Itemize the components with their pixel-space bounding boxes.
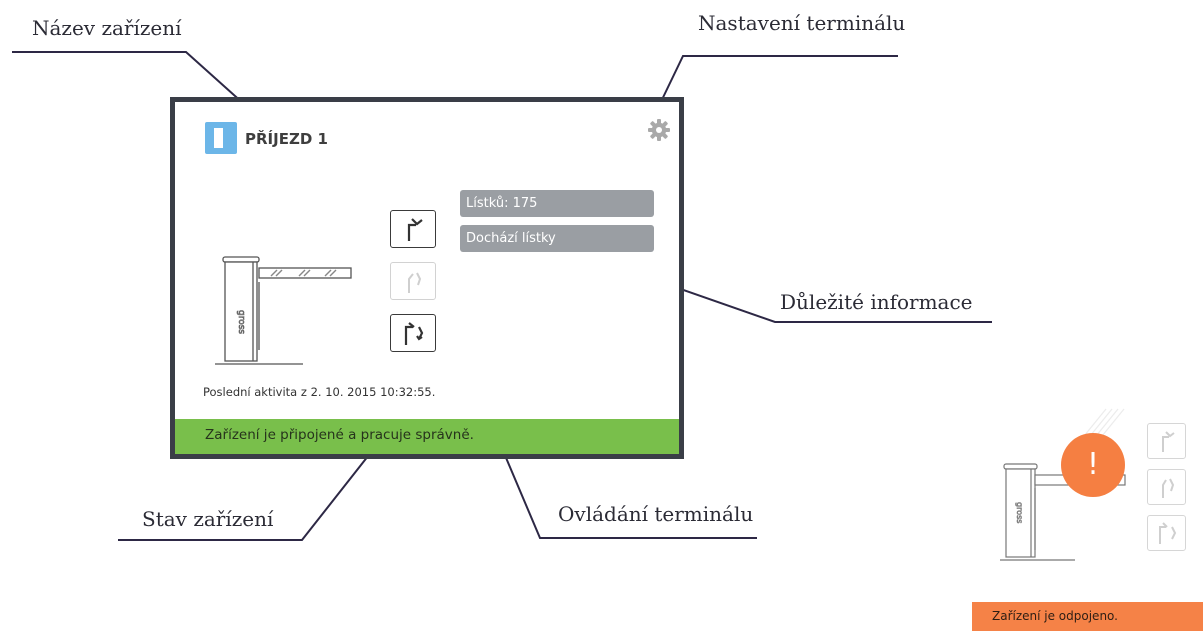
open-barrier-button-disabled[interactable]	[1147, 423, 1186, 459]
last-activity: Poslední aktivita z 2. 10. 2015 10:32:55…	[203, 385, 436, 399]
open-close-barrier-icon	[1159, 522, 1177, 544]
open-barrier-icon	[407, 218, 423, 241]
device-status-bar: Zařízení je připojené a pracuje správně.	[175, 419, 679, 454]
disconnected-status-bar: Zařízení je odpojeno.	[972, 602, 1203, 631]
barrier-illustration: gross	[215, 256, 352, 365]
device-door-icon	[205, 122, 237, 154]
tickets-low-warning: Dochází lístky	[460, 225, 654, 252]
callout-device-status: Stav zařízení	[142, 507, 274, 531]
alert-icon: !	[1061, 433, 1125, 497]
callout-terminal-control: Ovládání terminálu	[558, 502, 754, 526]
open-close-barrier-button[interactable]	[390, 314, 436, 352]
open-close-barrier-button-disabled[interactable]	[1147, 515, 1186, 551]
callout-terminal-settings: Nastavení terminálu	[698, 11, 906, 35]
open-barrier-button[interactable]	[390, 210, 436, 248]
close-barrier-icon	[1162, 478, 1175, 498]
close-barrier-button-disabled[interactable]	[1147, 469, 1186, 505]
tickets-count: Lístků: 175	[460, 190, 654, 217]
barrier-brand-disconnected: gross	[1015, 502, 1024, 523]
close-barrier-icon	[408, 272, 422, 293]
callout-important-info: Důležité informace	[780, 290, 973, 314]
device-title: PŘÍJEZD 1	[245, 130, 328, 148]
close-barrier-button[interactable]	[390, 262, 436, 300]
callout-device-name: Název zařízení	[32, 16, 182, 40]
terminal-card: PŘÍJEZD 1 gross Lístků: 175 Dochází líst…	[170, 97, 684, 459]
open-close-barrier-icon	[404, 322, 424, 345]
gear-icon[interactable]	[647, 118, 671, 142]
barrier-brand: gross	[236, 310, 246, 334]
open-barrier-icon	[1162, 431, 1175, 452]
